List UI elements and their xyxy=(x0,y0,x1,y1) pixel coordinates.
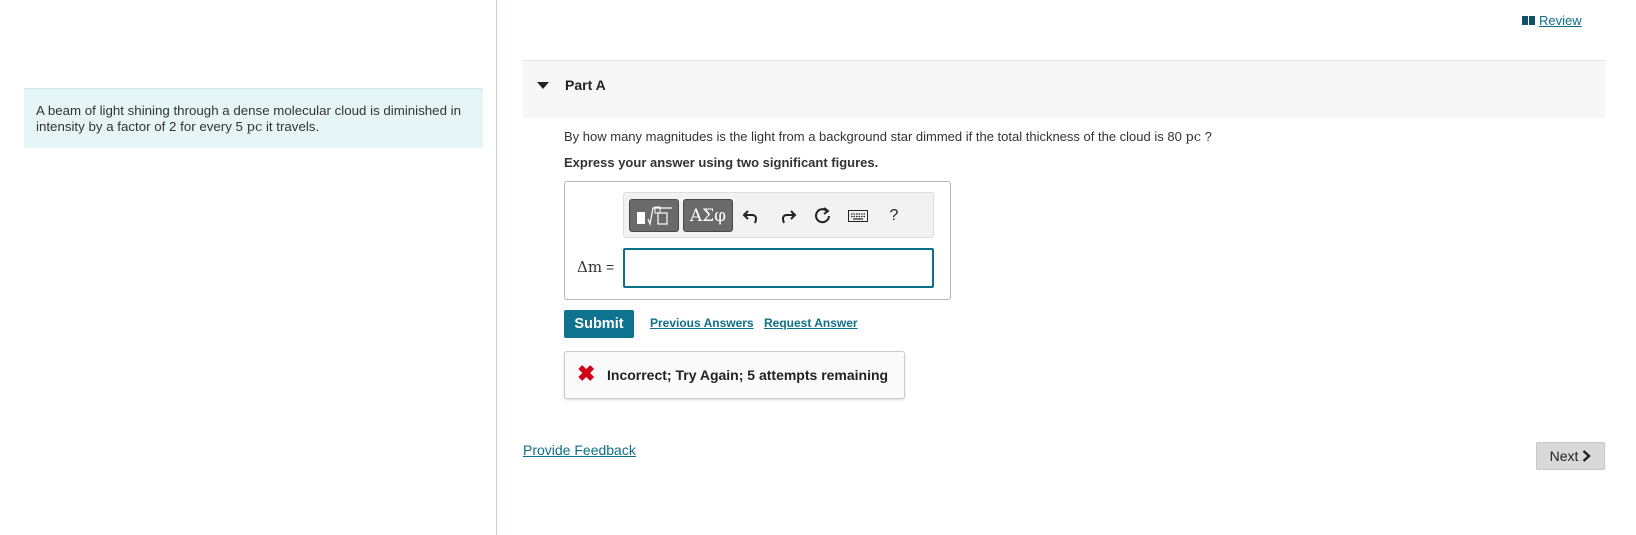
chevron-right-icon xyxy=(1583,450,1592,462)
question-unit: pc xyxy=(1185,130,1202,145)
caret-down-icon[interactable] xyxy=(537,82,549,89)
pane-divider xyxy=(496,0,497,535)
problem-intro: A beam of light shining through a dense … xyxy=(24,88,483,148)
undo-icon[interactable] xyxy=(740,205,762,227)
keyboard-icon[interactable] xyxy=(847,205,869,227)
symbols-button[interactable]: ΑΣφ xyxy=(683,199,733,232)
answer-variable: Δm xyxy=(577,258,603,276)
intro-text-end: it travels. xyxy=(262,119,320,134)
part-header[interactable]: Part A xyxy=(523,60,1605,118)
question-text: By how many magnitudes is the light from… xyxy=(564,129,1212,145)
instructions: Express your answer using two significan… xyxy=(564,155,879,170)
review-link[interactable]: Review xyxy=(1522,13,1582,28)
answer-label: Δm = xyxy=(577,258,614,276)
part-title: Part A xyxy=(565,77,606,93)
math-toolbar: ΑΣφ ? xyxy=(623,192,934,238)
question-text-end: ? xyxy=(1201,129,1212,144)
next-label: Next xyxy=(1549,448,1579,464)
templates-icon xyxy=(637,206,672,226)
review-label: Review xyxy=(1539,13,1582,28)
x-icon: ✖ xyxy=(577,361,596,386)
intro-unit: pc xyxy=(246,120,263,135)
submit-button[interactable]: Submit xyxy=(564,310,634,338)
request-answer-link[interactable]: Request Answer xyxy=(764,316,858,330)
answer-box: ΑΣφ ? Δm = xyxy=(564,181,951,300)
next-button[interactable]: Next xyxy=(1536,442,1605,470)
answer-equals: = xyxy=(602,259,615,275)
redo-icon[interactable] xyxy=(777,205,799,227)
feedback-message: Incorrect; Try Again; 5 attempts remaini… xyxy=(607,367,889,383)
templates-button[interactable] xyxy=(629,199,679,232)
answer-input[interactable] xyxy=(623,248,934,288)
help-button[interactable]: ? xyxy=(883,205,905,227)
left-pane: A beam of light shining through a dense … xyxy=(0,0,496,535)
previous-answers-link[interactable]: Previous Answers xyxy=(650,316,754,330)
question-text-start: By how many magnitudes is the light from… xyxy=(564,129,1186,144)
reset-icon[interactable] xyxy=(812,205,834,227)
book-icon xyxy=(1522,16,1535,25)
feedback-box: ✖ Incorrect; Try Again; 5 attempts remai… xyxy=(564,351,905,399)
provide-feedback-link[interactable]: Provide Feedback xyxy=(523,442,636,458)
